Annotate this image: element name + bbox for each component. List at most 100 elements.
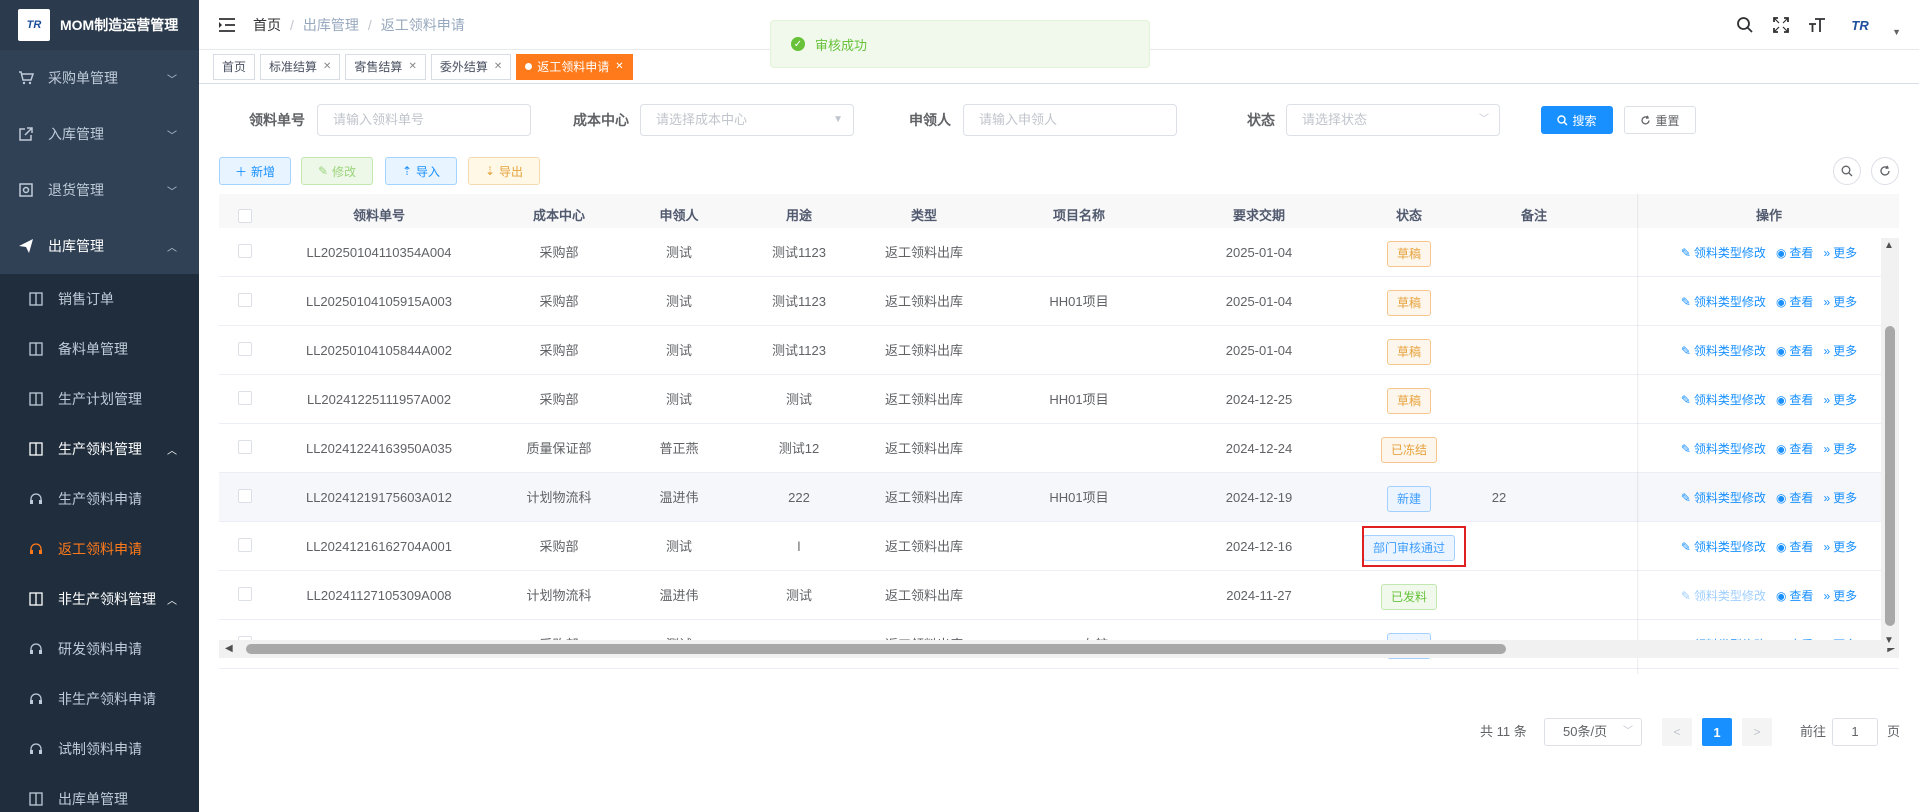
edit-type-link[interactable]: ✎领料类型修改 <box>1681 489 1766 506</box>
page-size-select[interactable]: 50条/页 ﹀ <box>1544 718 1642 746</box>
row-checkbox[interactable] <box>238 244 252 258</box>
row-checkbox[interactable] <box>238 489 252 503</box>
close-icon[interactable]: ✕ <box>408 61 416 72</box>
more-link[interactable]: »更多 <box>1823 587 1857 604</box>
table-row[interactable]: LL20241224163950A035 质量保证部 普正燕 测试12 返工领料出库 20… <box>219 424 1899 473</box>
search-button[interactable]: 搜索 <box>1541 106 1613 134</box>
more-link[interactable]: »更多 <box>1823 293 1857 310</box>
sidebar-item-trial-picking[interactable]: 试制领料申请 <box>0 724 199 774</box>
sidebar-item-nonprod-picking[interactable]: 非生产领料管理 ︿ <box>0 574 199 624</box>
view-link[interactable]: ◉查看 <box>1776 440 1814 457</box>
scroll-up-icon[interactable]: ▲ <box>1884 240 1894 251</box>
select-all-checkbox[interactable] <box>238 209 252 223</box>
row-checkbox[interactable] <box>238 440 252 454</box>
menu-toggle-icon[interactable] <box>217 15 237 35</box>
sidebar-item-outbound[interactable]: 出库管理 ︿ <box>0 218 199 274</box>
edit-type-link[interactable]: ✎领料类型修改 <box>1681 391 1766 408</box>
sidebar-item-nonprod-apply[interactable]: 非生产领料申请 <box>0 674 199 724</box>
scroll-left-icon[interactable]: ◀ <box>225 643 233 654</box>
more-link[interactable]: »更多 <box>1823 538 1857 555</box>
table-row[interactable]: LL20250104105915A003 采购部 测试 测试1123 返工领料出库 HH0… <box>219 277 1899 326</box>
more-link[interactable]: »更多 <box>1823 244 1857 261</box>
sidebar-item-prod-picking[interactable]: 生产领料管理 ︿ <box>0 424 199 474</box>
table-row[interactable]: LL20241216162704A001 采购部 测试 l 返工领料出库 2024-12-… <box>219 522 1899 571</box>
fullscreen-icon[interactable] <box>1770 14 1792 36</box>
refresh-button[interactable] <box>1871 157 1899 185</box>
view-link[interactable]: ◉查看 <box>1776 587 1814 604</box>
sidebar-item-inbound[interactable]: 入库管理 ﹀ <box>0 106 199 162</box>
table-row[interactable]: LL20250104110354A004 采购部 测试 测试1123 返工领料出库 202… <box>219 228 1899 277</box>
avatar[interactable]: TR <box>1842 13 1878 37</box>
order-no-input[interactable]: 请输入领料单号 <box>317 104 531 136</box>
sidebar-item-return[interactable]: 退货管理 ﹀ <box>0 162 199 218</box>
view-link[interactable]: ◉查看 <box>1776 244 1814 261</box>
caret-down-icon[interactable]: ▼ <box>1892 27 1901 37</box>
next-page-button[interactable]: > <box>1742 718 1772 746</box>
close-icon[interactable]: ✕ <box>615 61 623 72</box>
sidebar-item-prep[interactable]: 备料单管理 <box>0 324 199 374</box>
scrollbar-thumb[interactable] <box>246 644 1506 654</box>
table-row[interactable]: LL20250104105844A002 采购部 测试 测试1123 返工领料出库 202… <box>219 326 1899 375</box>
view-link[interactable]: ◉查看 <box>1776 538 1814 555</box>
sidebar-item-rd-picking[interactable]: 研发领料申请 <box>0 624 199 674</box>
edit-type-link[interactable]: ✎领料类型修改 <box>1681 538 1766 555</box>
send-icon <box>18 238 34 254</box>
edit-type-link[interactable]: ✎领料类型修改 <box>1681 342 1766 359</box>
import-button[interactable]: ⇡ 导入 <box>385 157 457 185</box>
row-checkbox[interactable] <box>238 342 252 356</box>
more-link[interactable]: »更多 <box>1823 391 1857 408</box>
breadcrumb-outbound[interactable]: 出库管理 <box>303 15 359 35</box>
scrollbar-thumb[interactable] <box>1885 326 1895 626</box>
tag-rework-picking[interactable]: 返工领料申请 ✕ <box>516 53 633 80</box>
reset-button[interactable]: 重置 <box>1624 106 1696 134</box>
scroll-down-icon[interactable]: ▼ <box>1884 635 1894 646</box>
tag-consignment-settlement[interactable]: 寄售结算 ✕ <box>345 53 426 80</box>
applicant-input[interactable]: 请输入申领人 <box>963 104 1177 136</box>
edit-type-link[interactable]: ✎领料类型修改 <box>1681 244 1766 261</box>
edit-button[interactable]: ✎ 修改 <box>301 157 373 185</box>
breadcrumb-home[interactable]: 首页 <box>253 15 281 35</box>
table-row[interactable]: LL20241225111957A002 采购部 测试 测试 返工领料出库 HH01项目 2… <box>219 375 1899 424</box>
edit-type-link[interactable]: ✎领料类型修改 <box>1681 587 1766 604</box>
row-checkbox[interactable] <box>238 293 252 307</box>
row-checkbox[interactable] <box>238 391 252 405</box>
cell-type: 返工领料出库 <box>884 490 963 505</box>
row-checkbox[interactable] <box>238 538 252 552</box>
sidebar-item-purchase[interactable]: 采购单管理 ﹀ <box>0 50 199 106</box>
row-checkbox[interactable] <box>238 587 252 601</box>
sidebar-item-plan[interactable]: 生产计划管理 <box>0 374 199 424</box>
edit-type-link[interactable]: ✎领料类型修改 <box>1681 440 1766 457</box>
sidebar-item-prod-picking-apply[interactable]: 生产领料申请 <box>0 474 199 524</box>
view-link[interactable]: ◉查看 <box>1776 489 1814 506</box>
vertical-scrollbar[interactable]: ▲ ▼ <box>1881 238 1899 648</box>
page-number-current[interactable]: 1 <box>1702 718 1732 746</box>
edit-type-link[interactable]: ✎领料类型修改 <box>1681 293 1766 310</box>
close-icon[interactable]: ✕ <box>323 61 331 72</box>
export-button[interactable]: ⇣ 导出 <box>468 157 540 185</box>
more-link[interactable]: »更多 <box>1823 489 1857 506</box>
sidebar-item-rework-picking[interactable]: 返工领料申请 <box>0 524 199 574</box>
font-size-icon[interactable] <box>1806 14 1828 36</box>
sidebar-item-outbound-order[interactable]: 出库单管理 <box>0 774 199 812</box>
close-icon[interactable]: ✕ <box>494 61 502 72</box>
tag-standard-settlement[interactable]: 标准结算 ✕ <box>260 53 341 80</box>
tag-outsourcing-settlement[interactable]: 委外结算 ✕ <box>430 53 512 80</box>
more-link[interactable]: »更多 <box>1823 342 1857 359</box>
add-button[interactable]: ＋ 新增 <box>219 157 291 185</box>
sidebar-item-sales-order[interactable]: 销售订单 <box>0 274 199 324</box>
table-row[interactable]: LL20241127105309A008 计划物流科 温进伟 测试 返工领料出库 2024… <box>219 571 1899 620</box>
view-link[interactable]: ◉查看 <box>1776 293 1814 310</box>
tag-home[interactable]: 首页 <box>213 53 256 80</box>
cost-center-select[interactable]: 请选择成本中心 ▼ <box>640 104 854 136</box>
horizontal-scrollbar[interactable]: ◀ ▶ <box>219 640 1899 658</box>
status-select[interactable]: 请选择状态 ﹀ <box>1286 104 1500 136</box>
goto-page-input[interactable]: 1 <box>1832 718 1878 746</box>
prev-page-button[interactable]: < <box>1662 718 1692 746</box>
view-link[interactable]: ◉查看 <box>1776 342 1814 359</box>
search-icon[interactable] <box>1734 14 1756 36</box>
toggle-search-button[interactable] <box>1833 157 1861 185</box>
table-row[interactable]: LL20241219175603A012 计划物流科 温进伟 222 返工领料出库 HH0… <box>219 473 1899 522</box>
more-link[interactable]: »更多 <box>1823 440 1857 457</box>
chevron-up-icon: ︿ <box>167 242 177 254</box>
view-link[interactable]: ◉查看 <box>1776 391 1814 408</box>
